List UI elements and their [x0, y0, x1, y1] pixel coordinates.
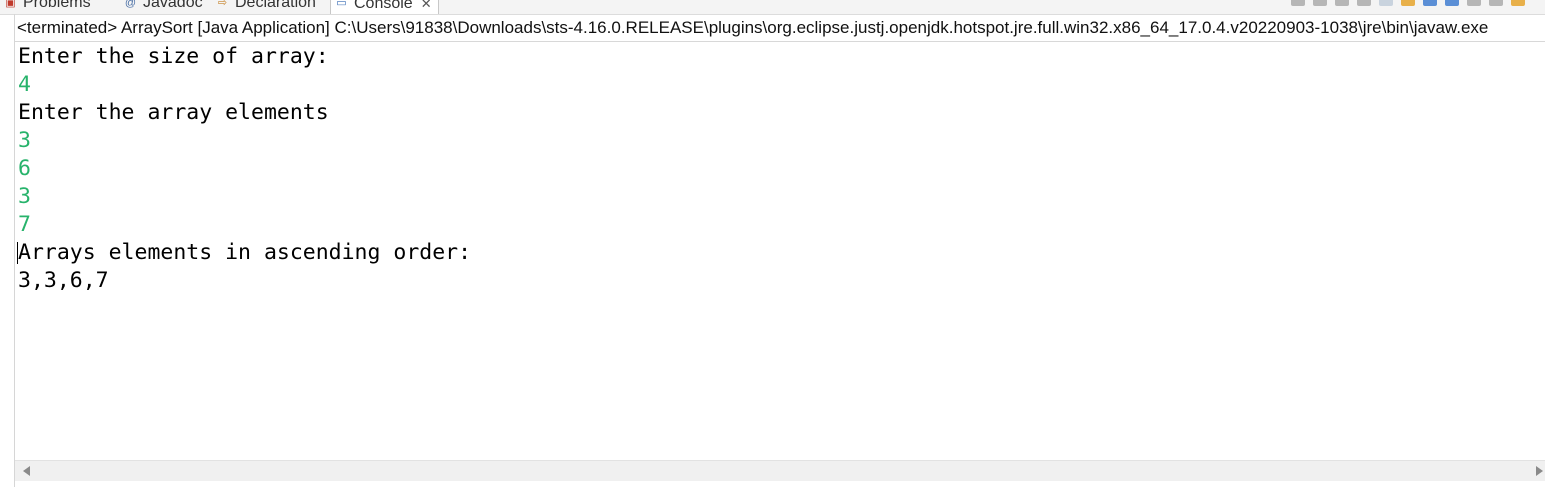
- horizontal-scrollbar[interactable]: [15, 460, 1545, 481]
- scroll-lock-icon[interactable]: [1379, 0, 1393, 6]
- declaration-icon: ⇨: [217, 0, 228, 9]
- close-icon[interactable]: ✕: [421, 0, 432, 12]
- tab-declaration[interactable]: ⇨ Declaration: [216, 0, 316, 14]
- console-input-line: 4: [18, 72, 31, 97]
- console-output[interactable]: Enter the size of array: 4 Enter the array…: [18, 43, 1538, 453]
- launch-status-line: <terminated> ArraySort [Java Application…: [15, 15, 1545, 42]
- tab-label: Problems: [23, 0, 91, 11]
- left-border: [14, 14, 15, 487]
- open-console-icon[interactable]: [1467, 0, 1481, 6]
- pin-console-icon[interactable]: [1423, 0, 1437, 6]
- remove-all-icon[interactable]: [1357, 0, 1371, 6]
- console-input-line: 6: [18, 156, 31, 181]
- console-output-line: Enter the array elements: [18, 100, 329, 125]
- display-console-icon[interactable]: [1445, 0, 1459, 6]
- view-tab-strip: ▣ Problems @ Javadoc ⇨ Declaration ▭ Con…: [0, 0, 1545, 15]
- problems-icon: ▣: [5, 0, 16, 9]
- console-toolbar: [1291, 0, 1525, 6]
- scroll-right-arrow-icon[interactable]: [1536, 466, 1543, 476]
- tab-label: Javadoc: [143, 0, 203, 11]
- console-icon: ▭: [336, 0, 347, 9]
- console-output-line: 3,3,6,7: [18, 268, 109, 293]
- console-view: ▣ Problems @ Javadoc ⇨ Declaration ▭ Con…: [0, 0, 1545, 487]
- minimize-icon[interactable]: [1489, 0, 1503, 6]
- scroll-left-arrow-icon[interactable]: [23, 466, 30, 476]
- clear-console-icon[interactable]: [1291, 0, 1305, 6]
- console-output-line: Enter the size of array:: [18, 44, 329, 69]
- tab-console[interactable]: ▭ Console ✕: [330, 0, 439, 14]
- tab-javadoc[interactable]: @ Javadoc: [124, 0, 203, 14]
- maximize-icon[interactable]: [1511, 0, 1525, 6]
- console-input-line: 3: [18, 128, 31, 153]
- terminate-icon[interactable]: [1313, 0, 1327, 6]
- tab-problems[interactable]: ▣ Problems: [4, 0, 91, 14]
- console-input-line: 7: [18, 212, 31, 237]
- tab-label: Declaration: [235, 0, 316, 11]
- javadoc-icon: @: [124, 0, 137, 9]
- console-output-line: Arrays elements in ascending order:: [18, 240, 472, 265]
- word-wrap-icon[interactable]: [1401, 0, 1415, 6]
- text-caret: [17, 242, 18, 264]
- remove-launch-icon[interactable]: [1335, 0, 1349, 6]
- console-input-line: 3: [18, 184, 31, 209]
- tab-label: Console: [354, 0, 413, 12]
